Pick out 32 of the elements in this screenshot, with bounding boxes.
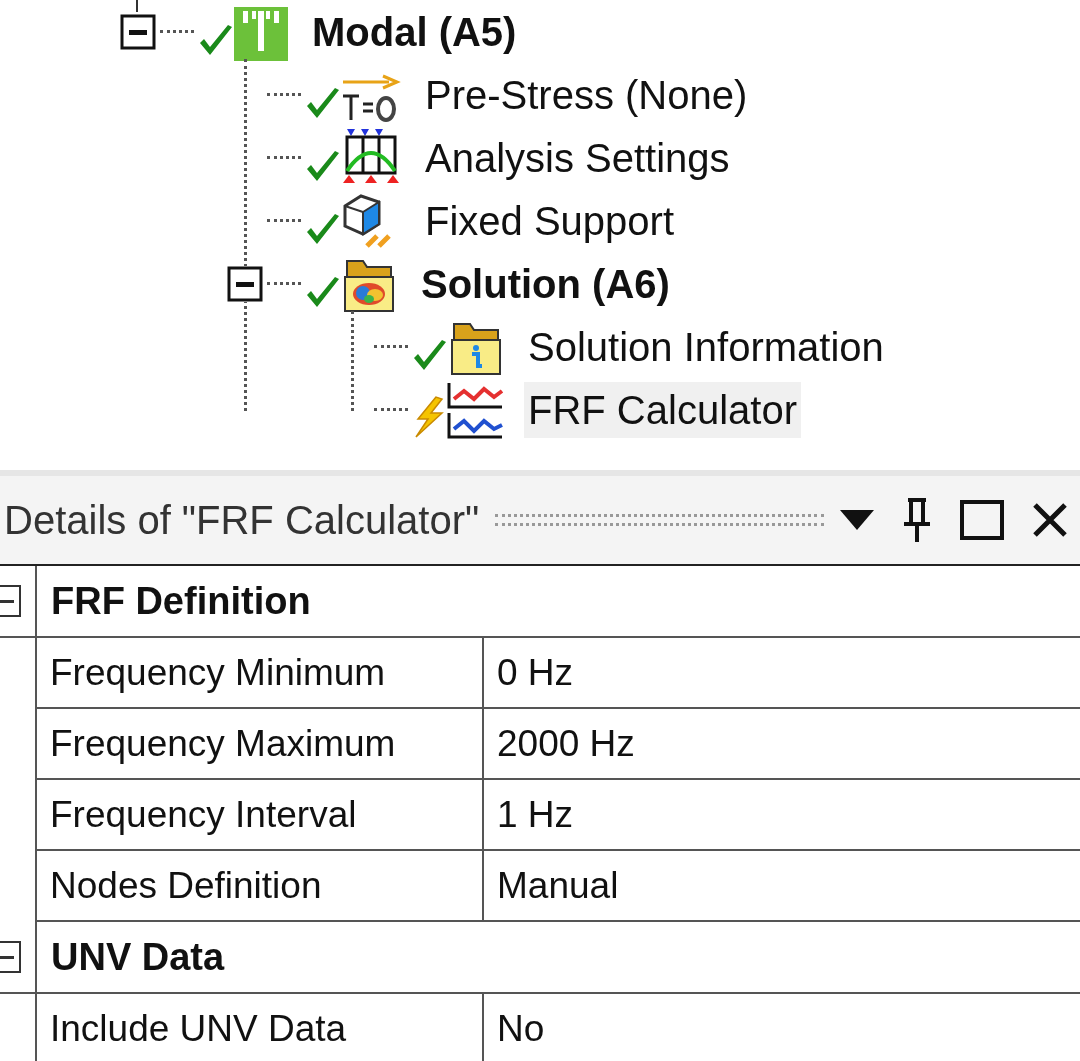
property-value: 1 Hz <box>497 792 574 837</box>
close-icon[interactable] <box>1032 502 1068 538</box>
details-title: Details of "FRF Calculator" <box>3 497 480 544</box>
pin-icon[interactable] <box>902 498 932 542</box>
tree-item-label[interactable]: Solution (A6) <box>417 255 674 312</box>
property-label: Frequency Maximum <box>50 721 396 766</box>
property-value: 0 Hz <box>497 650 574 695</box>
maximize-icon[interactable] <box>960 500 1004 540</box>
section-header: UNV Data <box>51 934 225 980</box>
collapse-icon[interactable] <box>227 265 263 302</box>
tree-item-label[interactable]: FRF Calculator <box>524 381 801 438</box>
property-value: Manual <box>497 863 619 908</box>
dropdown-icon[interactable] <box>840 510 874 530</box>
collapse-icon[interactable] <box>120 13 156 50</box>
section-header: FRF Definition <box>51 578 311 624</box>
tree-item-label[interactable]: Fixed Support <box>421 192 679 249</box>
arrow-t-zero-icon <box>341 73 401 124</box>
property-label: Frequency Minimum <box>50 650 386 695</box>
tree-item-label[interactable]: Pre-Stress (None) <box>421 66 752 123</box>
property-value: 2000 Hz <box>497 721 635 766</box>
modal-icon <box>234 6 288 61</box>
drag-grip[interactable] <box>495 514 824 526</box>
property-label: Nodes Definition <box>50 863 322 908</box>
property-label: Include UNV Data <box>50 1006 347 1051</box>
tree-item-label[interactable]: Analysis Settings <box>421 129 734 186</box>
tree-item-label[interactable]: Modal (A5) <box>308 3 521 60</box>
property-value: No <box>497 1006 545 1051</box>
tree-item-label[interactable]: Solution Information <box>524 318 888 375</box>
response-plot-icon <box>446 380 504 439</box>
collapse-icon[interactable] <box>0 585 22 617</box>
collapse-icon[interactable] <box>0 941 22 973</box>
property-label: Frequency Interval <box>50 792 357 837</box>
